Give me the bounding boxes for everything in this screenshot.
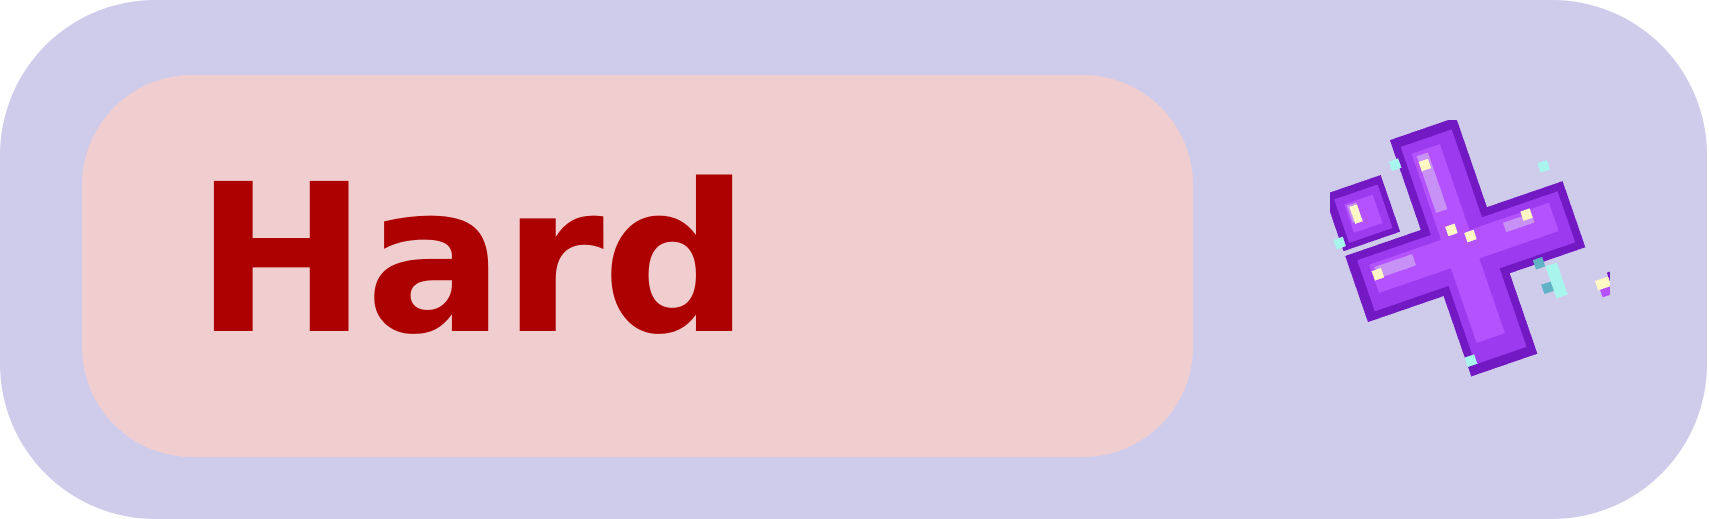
crystal-star-icon xyxy=(1330,120,1610,377)
difficulty-button[interactable]: Hard xyxy=(0,0,1707,519)
difficulty-label: Hard xyxy=(195,140,749,380)
